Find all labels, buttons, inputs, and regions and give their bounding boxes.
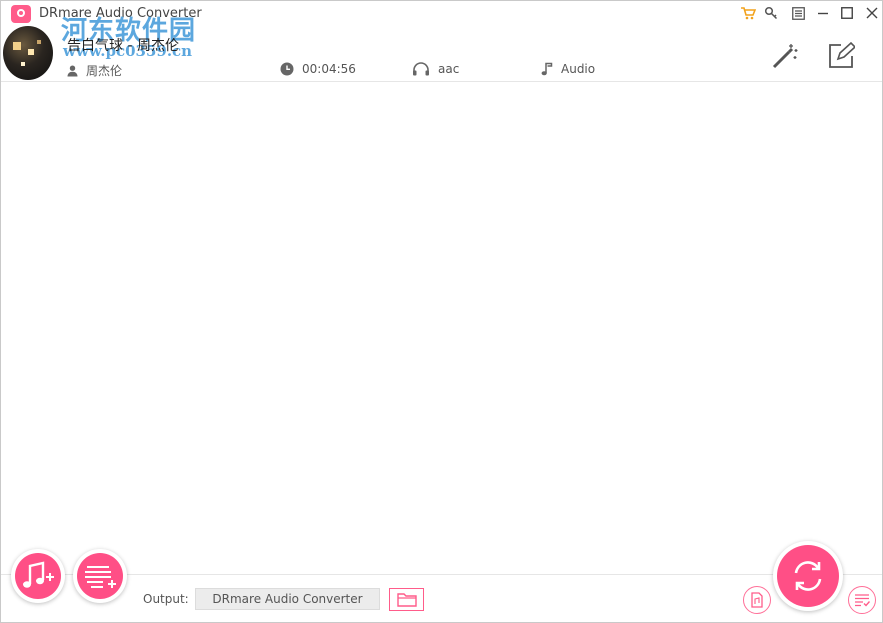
- add-music-button[interactable]: [11, 549, 65, 603]
- edit-icon: [829, 42, 855, 68]
- output-path-field[interactable]: DRmare Audio Converter: [195, 588, 380, 610]
- headphones-icon: [413, 62, 429, 76]
- bottom-divider: [1, 574, 882, 575]
- music-note-icon: [541, 62, 553, 76]
- magic-wand-icon: [772, 44, 798, 69]
- track-type: Audio: [541, 62, 595, 76]
- add-music-icon: [23, 561, 54, 588]
- app-logo-icon: [11, 5, 31, 23]
- maximize-icon: [841, 7, 853, 19]
- minimize-icon: [818, 12, 828, 15]
- convert-button[interactable]: [773, 541, 843, 611]
- add-playlist-button[interactable]: [73, 549, 127, 603]
- audio-file-button[interactable]: [743, 586, 771, 614]
- add-playlist-icon: [85, 566, 116, 588]
- convert-icon: [794, 561, 822, 591]
- person-icon: [67, 65, 78, 76]
- converted-list-button[interactable]: [848, 586, 876, 614]
- converted-list-icon: [855, 594, 870, 607]
- output-label: Output:: [143, 592, 189, 606]
- conversion-list-area: [1, 82, 882, 574]
- clock-icon: [280, 62, 294, 76]
- album-art: [3, 26, 53, 80]
- close-icon: [866, 7, 878, 19]
- minimize-button[interactable]: [812, 4, 834, 22]
- folder-icon: [396, 593, 417, 607]
- track-format: aac: [412, 62, 459, 76]
- edit-tag-button[interactable]: [826, 41, 856, 71]
- menu-icon: [791, 6, 805, 20]
- open-folder-button[interactable]: [389, 588, 424, 611]
- maximize-button[interactable]: [836, 4, 858, 22]
- cart-icon: [741, 7, 756, 20]
- effect-button[interactable]: [770, 41, 800, 71]
- register-button[interactable]: [760, 4, 782, 22]
- duration-label: 00:04:56: [302, 62, 356, 76]
- app-window: DRmare Audio Converter 河东软件园 www.pc0359.…: [0, 0, 883, 623]
- type-label: Audio: [561, 62, 596, 76]
- track-artist: 周杰伦: [67, 62, 122, 79]
- menu-button[interactable]: [787, 4, 809, 22]
- close-button[interactable]: [861, 4, 883, 22]
- track-title: 告白气球 - 周杰伦: [67, 38, 179, 54]
- cart-button[interactable]: [737, 4, 759, 22]
- track-duration: 00:04:56: [280, 62, 356, 76]
- key-icon: [764, 6, 778, 20]
- audio-file-icon: [751, 592, 763, 608]
- format-label: aac: [438, 62, 460, 76]
- artist-label: 周杰伦: [86, 64, 123, 78]
